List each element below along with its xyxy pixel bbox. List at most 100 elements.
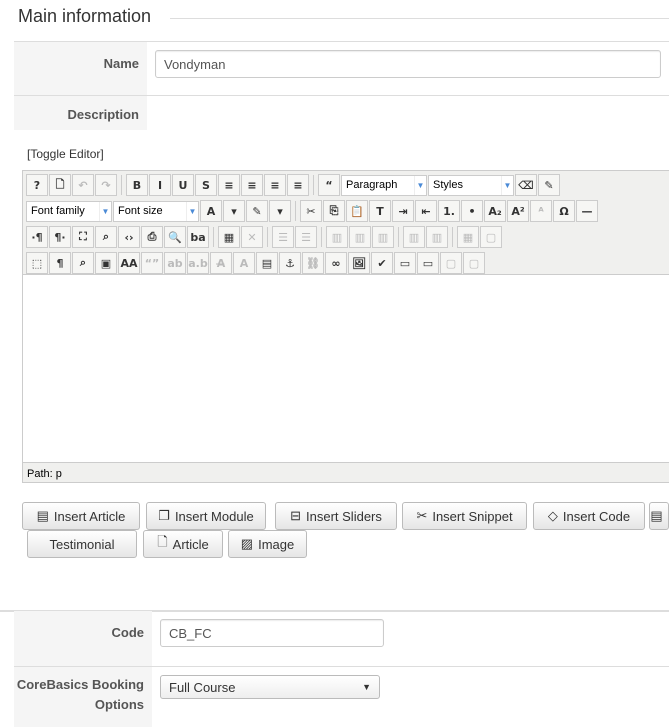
insert-module-button[interactable]: ❐ Insert Module [146,502,266,530]
acronym-button[interactable]: a.b [187,252,209,274]
testimonial-button[interactable]: Testimonial [27,530,137,558]
image-button[interactable]: ▨ Image [228,530,307,558]
copy-button[interactable]: ⎘ [323,200,345,222]
hr-button[interactable]: — [576,200,598,222]
path-element[interactable]: p [56,468,62,480]
align-right-button[interactable]: ≡ [287,174,309,196]
insert-snippet-button[interactable]: ✂ Insert Snippet [402,502,527,530]
cite-button[interactable]: “” [141,252,163,274]
cell-props-button[interactable]: ▦ [457,226,479,248]
table-button[interactable]: ▦ [218,226,240,248]
unordered-list-button[interactable]: • [461,200,483,222]
align-left-icon: ≡ [270,178,280,192]
move-backward-button[interactable]: ▢ [463,252,485,274]
del-button[interactable]: A̶ [210,252,232,274]
replace-button[interactable]: ba [187,226,209,248]
merge-cells-icon: ▢ [485,230,497,244]
paragraph-select[interactable]: Paragraph ▼ [341,174,427,196]
italic-button[interactable]: I [149,174,171,196]
merge-cells-button[interactable]: ▢ [480,226,502,248]
eraser-button[interactable]: ⌫ [515,174,537,196]
paste-text-button[interactable]: T [369,200,391,222]
help-button[interactable]: ? [26,174,48,196]
row-after-button[interactable]: ☰ [295,226,317,248]
undo-button[interactable]: ↶ [72,174,94,196]
name-input[interactable] [155,50,661,78]
more-icon: ▤ [650,508,663,523]
print-button[interactable]: ⎙ [141,226,163,248]
paste-button[interactable]: 📋 [346,200,368,222]
blockquote-button[interactable]: “ [318,174,340,196]
cut-button[interactable]: ✂ [300,200,322,222]
toggle-editor-link[interactable]: [Toggle Editor] [27,147,104,161]
template-button[interactable]: ⌕ [72,252,94,274]
row-props-button[interactable]: ▥ [403,226,425,248]
absolute-button[interactable]: ▭ [417,252,439,274]
anchor-button[interactable]: ⚓ [279,252,301,274]
ltr-button[interactable]: ·¶ [26,226,48,248]
spellcheck-button[interactable]: ✔ [371,252,393,274]
attribs-button[interactable]: ▤ [256,252,278,274]
delete-col-icon: ▥ [377,230,389,244]
search-button[interactable]: 🔍 [164,226,186,248]
preview-button[interactable]: ⌕ [95,226,117,248]
move-backward-icon: ▢ [468,256,480,270]
booking-select[interactable]: Full Course ▼ [160,675,380,699]
col-before-button[interactable]: ▥ [326,226,348,248]
align-center-button[interactable]: ≡ [241,174,263,196]
image-button[interactable]: 🖼 [348,252,370,274]
font-family-select[interactable]: Font family ▼ [26,200,112,222]
more-button[interactable]: ▤ [649,502,669,530]
strikethrough-button[interactable]: S [195,174,217,196]
move-forward-button[interactable]: ▢ [440,252,462,274]
code-button[interactable]: ‹› [118,226,140,248]
subscript-button[interactable]: A₂ [484,200,506,222]
delete-table-button[interactable]: ✕ [241,226,263,248]
article-button[interactable]: 🗋 Article [143,530,223,558]
media-button[interactable]: ▣ [95,252,117,274]
fullscreen-button[interactable]: ⛶ [72,226,94,248]
style-props-button[interactable]: ᴬ [530,200,552,222]
ordered-list-button[interactable]: 1. [438,200,460,222]
ins-icon: A [239,256,249,270]
font-size-select[interactable]: Font size ▼ [113,200,199,222]
col-props-button[interactable]: ▥ [426,226,448,248]
justify-full-button[interactable]: ≡ [218,174,240,196]
highlight-color-button[interactable]: ✎ [246,200,268,222]
editor-content-area[interactable] [23,274,669,463]
cleanup-button[interactable]: ✎ [538,174,560,196]
text-color-button[interactable]: A [200,200,222,222]
charmap-button[interactable]: Ω [553,200,575,222]
pilcrow-button[interactable]: ¶ [49,252,71,274]
font-family-select-value: Font family [31,205,85,217]
col-after-icon: ▥ [354,230,366,244]
dropdown-arrow-button[interactable]: ▾ [223,200,245,222]
layer-button[interactable]: ▭ [394,252,416,274]
col-after-button[interactable]: ▥ [349,226,371,248]
indent-button[interactable]: ⇥ [392,200,414,222]
ins-button[interactable]: A [233,252,255,274]
superscript-button[interactable]: A² [507,200,529,222]
rtl-button[interactable]: ¶· [49,226,71,248]
visual-aid-button[interactable]: ⬚ [26,252,48,274]
insert-article-button[interactable]: ▤ Insert Article [22,502,140,530]
acronym-icon: a.b [188,256,208,270]
redo-button[interactable]: ↷ [95,174,117,196]
outdent-button[interactable]: ⇤ [415,200,437,222]
link-button[interactable]: ∞ [325,252,347,274]
unlink-button[interactable]: ⛓ [302,252,324,274]
dropdown-arrow-button[interactable]: ▾ [269,200,291,222]
styles-select[interactable]: Styles ▼ [428,174,514,196]
divider [170,18,669,19]
bold-button[interactable]: B [126,174,148,196]
new-document-button[interactable]: 🗋 [49,174,71,196]
delete-col-button[interactable]: ▥ [372,226,394,248]
code-input[interactable] [160,619,384,647]
row-before-button[interactable]: ☰ [272,226,294,248]
styles-button[interactable]: AA [118,252,140,274]
underline-button[interactable]: U [172,174,194,196]
insert-code-button[interactable]: ◇ Insert Code [533,502,645,530]
align-left-button[interactable]: ≡ [264,174,286,196]
abbr-button[interactable]: ab [164,252,186,274]
insert-sliders-button[interactable]: ⊟ Insert Sliders [275,502,397,530]
